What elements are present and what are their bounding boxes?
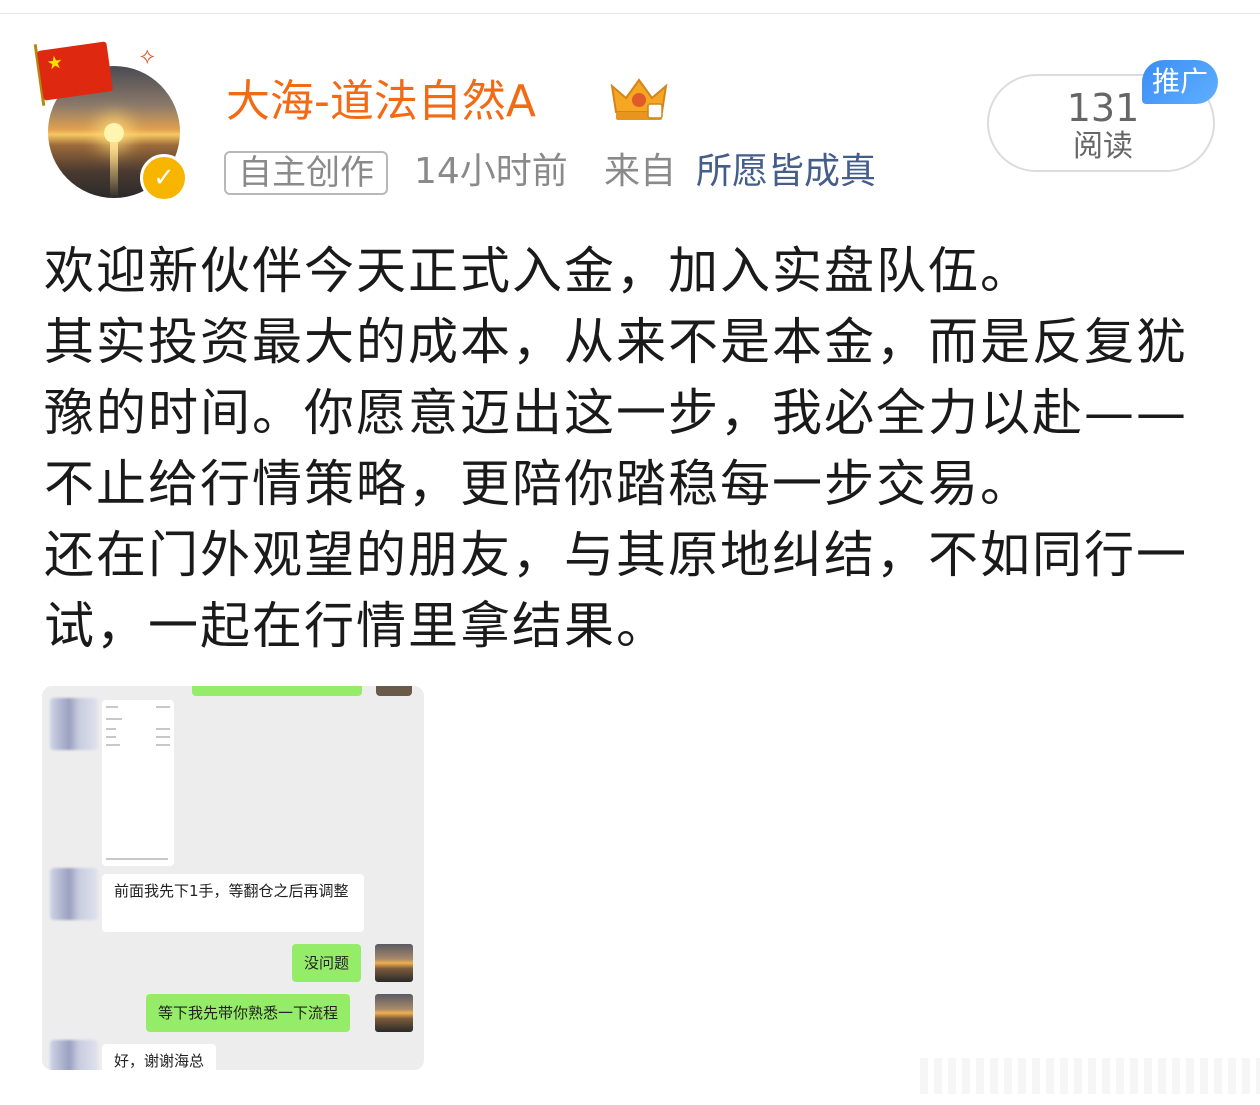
thumb-line [156,744,170,746]
thumb-line [156,728,170,730]
blurred-avatar [50,698,98,750]
chat-message: 等下我先带你熟悉一下流程 [146,994,351,1032]
blurred-avatar [50,1040,98,1070]
flag-star-icon: ★ [45,51,65,75]
username[interactable]: 大海-道法自然A [226,72,536,132]
post-image-chat-screenshot[interactable]: 前面我先下1手，等翻仓之后再调整 没问题 等下我先带你熟悉一下流程 好，谢谢海总 [42,686,424,1070]
sender-avatar [375,994,413,1032]
thumb-line [106,744,120,746]
sunset-sun [104,123,124,143]
chat-message: 前面我先下1手，等翻仓之后再调整 [102,874,364,932]
thumb-line [106,736,116,738]
from-source-link[interactable]: 所愿皆成真 [696,150,876,194]
thumb-line [106,718,122,720]
chat-bubble-partial [192,686,362,696]
author-avatar-group[interactable]: ★ ⟡ ✓ [33,41,190,206]
post-paragraph: 欢迎新伙伴今天正式入金，加入实盘队伍。 [44,242,1032,300]
phone-screenshot-thumbnail [102,700,174,866]
post-body: 欢迎新伙伴今天正式入金，加入实盘队伍。 其实投资最大的成本，从来不是本金，而是反… [44,236,1234,662]
promo-badge: 推广 [1142,60,1218,104]
source-tag: 自主创作 [224,151,388,195]
post-time: 14小时前 [414,151,568,192]
sender-avatar [375,944,413,982]
bottom-toolbar-fade [920,1058,1260,1094]
avatar-partial [376,686,412,696]
crown-level-icon [610,78,668,120]
chat-message: 好，谢谢海总 [102,1044,217,1070]
thumb-line [156,706,170,708]
blurred-avatar [50,868,98,920]
read-label: 阅读 [1073,129,1133,164]
chat-message: 没问题 [292,944,362,982]
v-badge-icon: ✓ [140,154,188,202]
sun-reflection [110,142,118,198]
thumb-line [106,858,168,860]
from-label: 来自 [604,151,677,192]
birds-icon: ⟡ [140,44,155,69]
thumb-line [106,706,118,708]
thumb-line [156,736,170,738]
post-paragraph: 还在门外观望的朋友，与其原地纠结，不如同行一试，一起在行情里拿结果。 [44,526,1188,655]
top-divider [0,13,1260,14]
post-paragraph: 其实投资最大的成本，从来不是本金，而是反复犹豫的时间。你愿意迈出这一步，我必全力… [44,313,1188,513]
china-flag-icon: ★ [36,41,114,101]
thumb-line [106,728,116,730]
